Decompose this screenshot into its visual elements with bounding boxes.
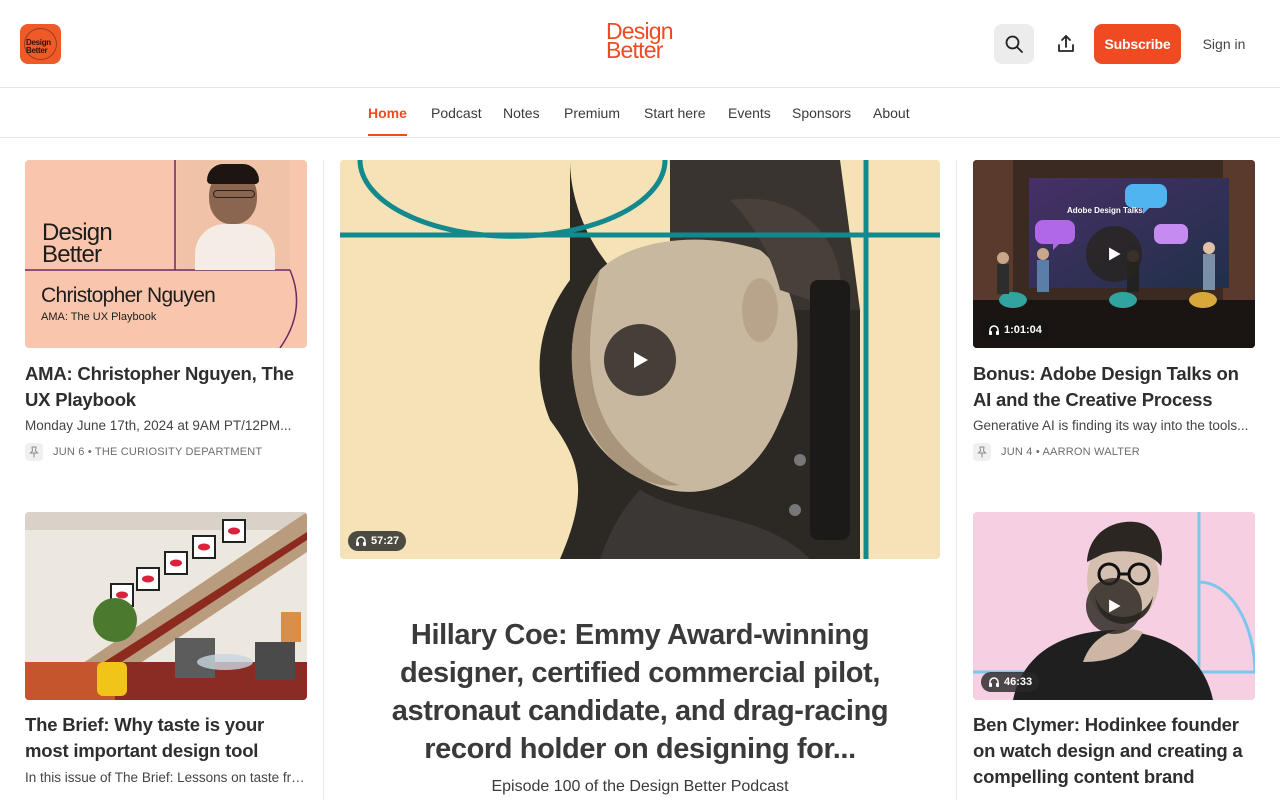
post-meta-adobe: JUN 4 • AARRON WALTER <box>973 443 1140 461</box>
post-thumbnail-brief[interactable] <box>25 512 307 700</box>
interior-illustration <box>25 512 307 700</box>
publication-logo[interactable]: Design Better <box>20 24 61 64</box>
featured-episode-subtitle: Episode 100 of the Design Better Podcast <box>491 778 789 795</box>
post-subtitle-adobe: Generative AI is finding its way into th… <box>973 418 1249 433</box>
share-icon <box>1058 35 1074 52</box>
column-divider-right <box>956 160 957 800</box>
play-button-adobe[interactable] <box>1086 226 1142 282</box>
duration-text-featured: 57:27 <box>371 535 400 547</box>
headphones-icon <box>989 325 999 335</box>
post-thumbnail-adobe[interactable]: Adobe Design Talks 1:01:04 <box>973 160 1255 348</box>
duration-text-clymer: 46:33 <box>1004 676 1033 688</box>
post-subtitle-ama: Monday June 17th, 2024 at 9AM PT/12PM... <box>25 418 292 433</box>
nav-about[interactable]: About <box>873 89 910 137</box>
thumbnail-caption-adobe: Adobe Design Talks <box>1067 206 1143 215</box>
main-nav: Home Podcast Notes Premium Start here Ev… <box>0 89 1280 138</box>
search-button[interactable] <box>994 24 1034 64</box>
guest-photo <box>177 160 290 270</box>
subscribe-button[interactable]: Subscribe <box>1094 24 1181 64</box>
nav-premium[interactable]: Premium <box>564 89 620 137</box>
play-icon <box>1109 599 1121 613</box>
play-button-clymer[interactable] <box>1086 578 1142 634</box>
top-bar: Design Better Design Better Subscribe Si… <box>0 0 1280 88</box>
featured-episode-title[interactable]: Hillary Coe: Emmy Award-winning designer… <box>360 616 920 768</box>
duration-text-adobe: 1:01:04 <box>1004 324 1042 336</box>
headphones-icon <box>356 536 366 546</box>
pin-icon <box>25 443 43 461</box>
brand-wordmark[interactable]: Design Better <box>600 20 680 62</box>
post-thumbnail-ama[interactable]: Design Better Christopher Nguyen AMA: Th… <box>25 160 307 348</box>
featured-episode-thumbnail[interactable]: 57:27 <box>340 160 940 559</box>
post-title-clymer[interactable]: Ben Clymer: Hodinkee founder on watch de… <box>973 712 1255 790</box>
share-button[interactable] <box>1046 24 1086 64</box>
nav-events[interactable]: Events <box>728 89 771 137</box>
headphones-icon <box>989 677 999 687</box>
play-icon <box>1109 247 1121 261</box>
pin-icon <box>973 443 991 461</box>
post-meta-text: JUN 4 • AARRON WALTER <box>1001 446 1140 458</box>
play-icon <box>634 352 648 368</box>
post-meta-text: JUN 6 • THE CURIOSITY DEPARTMENT <box>53 446 263 458</box>
duration-badge-featured: 57:27 <box>348 531 407 551</box>
post-title-adobe[interactable]: Bonus: Adobe Design Talks on AI and the … <box>973 361 1255 413</box>
play-button-featured[interactable] <box>604 324 676 396</box>
nav-start-here[interactable]: Start here <box>644 89 705 137</box>
column-divider-left <box>323 160 324 800</box>
nav-home[interactable]: Home <box>368 89 407 137</box>
thumbnail-caption: AMA: The UX Playbook <box>41 311 157 323</box>
post-meta-ama: JUN 6 • THE CURIOSITY DEPARTMENT <box>25 443 262 461</box>
post-title-brief[interactable]: The Brief: Why taste is your most import… <box>25 712 307 764</box>
nav-sponsors[interactable]: Sponsors <box>792 89 851 137</box>
thumbnail-word-2: Better <box>42 241 102 268</box>
thumbnail-guest-name: Christopher Nguyen <box>41 284 216 307</box>
duration-badge-clymer: 46:33 <box>981 672 1040 692</box>
duration-badge-adobe: 1:01:04 <box>981 320 1049 340</box>
sign-in-link[interactable]: Sign in <box>1193 24 1255 64</box>
post-subtitle-brief: In this issue of The Brief: Lessons on t… <box>25 770 307 785</box>
search-icon <box>1005 35 1023 53</box>
post-title-ama[interactable]: AMA: Christopher Nguyen, The UX Playbook <box>25 361 315 413</box>
post-thumbnail-clymer[interactable]: 46:33 <box>973 512 1255 700</box>
nav-podcast[interactable]: Podcast <box>431 89 482 137</box>
nav-notes[interactable]: Notes <box>503 89 540 137</box>
thumbnail-wordmark: Design Better <box>42 221 113 268</box>
logo-text-line-2: Better <box>26 46 48 55</box>
